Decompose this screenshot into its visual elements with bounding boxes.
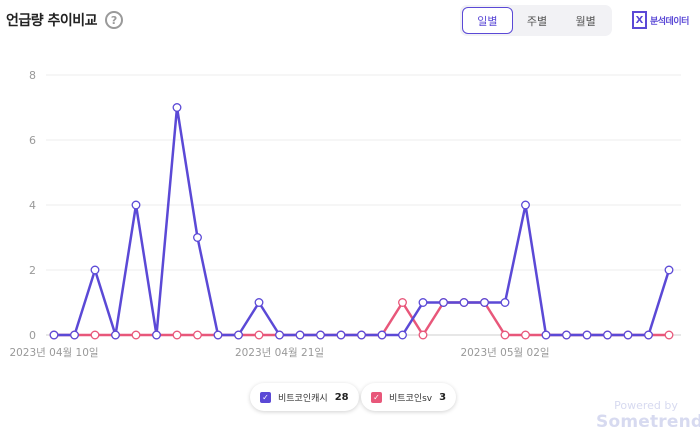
series-line [54, 106, 671, 337]
data-point [500, 330, 510, 340]
series-line [54, 301, 669, 337]
data-point [254, 298, 264, 307]
legend-label: 비트코인sv [389, 393, 433, 404]
data-point [336, 330, 346, 340]
data-point [172, 103, 182, 112]
data-point [90, 330, 100, 340]
y-tick-label: 6 [29, 134, 36, 147]
legend-item-bitcoin-sv[interactable]: ✓ 비트코인sv 3 [361, 383, 457, 411]
y-tick-label: 2 [29, 264, 36, 277]
x-tick-label: 2023년 05월 02일 [460, 346, 549, 359]
data-point [316, 330, 325, 340]
data-point [152, 330, 161, 340]
y-tick-label: 4 [29, 199, 36, 212]
watermark: Powered by Sometrend [596, 399, 700, 432]
y-tick-label: 8 [29, 69, 36, 82]
data-point [357, 330, 366, 340]
data-point [49, 330, 59, 340]
data-point [193, 233, 202, 242]
data-point [254, 330, 264, 340]
data-point [418, 330, 428, 340]
data-point [644, 330, 653, 340]
watermark-line1: Powered by [614, 399, 678, 412]
data-point [603, 330, 612, 340]
data-point [70, 330, 79, 340]
data-point [500, 298, 510, 307]
data-point [541, 330, 551, 340]
data-point [377, 330, 387, 340]
data-point [459, 298, 469, 307]
data-point [418, 298, 428, 307]
legend-count: 3 [439, 391, 447, 403]
data-point [234, 330, 243, 340]
data-point [275, 330, 284, 340]
data-point [521, 330, 530, 340]
watermark-brand: Sometrend [596, 412, 700, 432]
data-point [111, 330, 120, 340]
data-point [521, 200, 530, 210]
data-point [439, 298, 448, 307]
data-point [664, 330, 674, 340]
legend-item-bitcoin-cash[interactable]: ✓ 비트코인캐시 28 [250, 383, 359, 411]
x-tick-label: 2023년 04월 21일 [235, 346, 324, 359]
data-point [131, 330, 141, 340]
checkbox-icon: ✓ [371, 391, 382, 403]
data-point [582, 330, 592, 340]
data-point [398, 298, 407, 307]
data-point [131, 200, 141, 210]
data-point [172, 330, 182, 340]
data-point [90, 265, 100, 275]
data-point [295, 330, 305, 340]
data-point [664, 265, 674, 275]
data-point [213, 330, 223, 340]
data-point [562, 330, 571, 340]
data-point [623, 330, 633, 340]
data-point [398, 330, 407, 340]
y-tick-label: 0 [29, 329, 36, 342]
x-tick-label: 2023년 04월 10일 [9, 346, 98, 359]
legend-label: 비트코인캐시 [278, 393, 328, 404]
mention-trend-chart: 0 2 4 6 8 2023년 04월 10일 2023년 04월 21일 2023년 05월… [9, 69, 681, 359]
data-point [480, 298, 489, 307]
checkbox-icon: ✓ [260, 391, 271, 403]
legend-count: 28 [334, 391, 349, 403]
data-point [193, 330, 202, 340]
